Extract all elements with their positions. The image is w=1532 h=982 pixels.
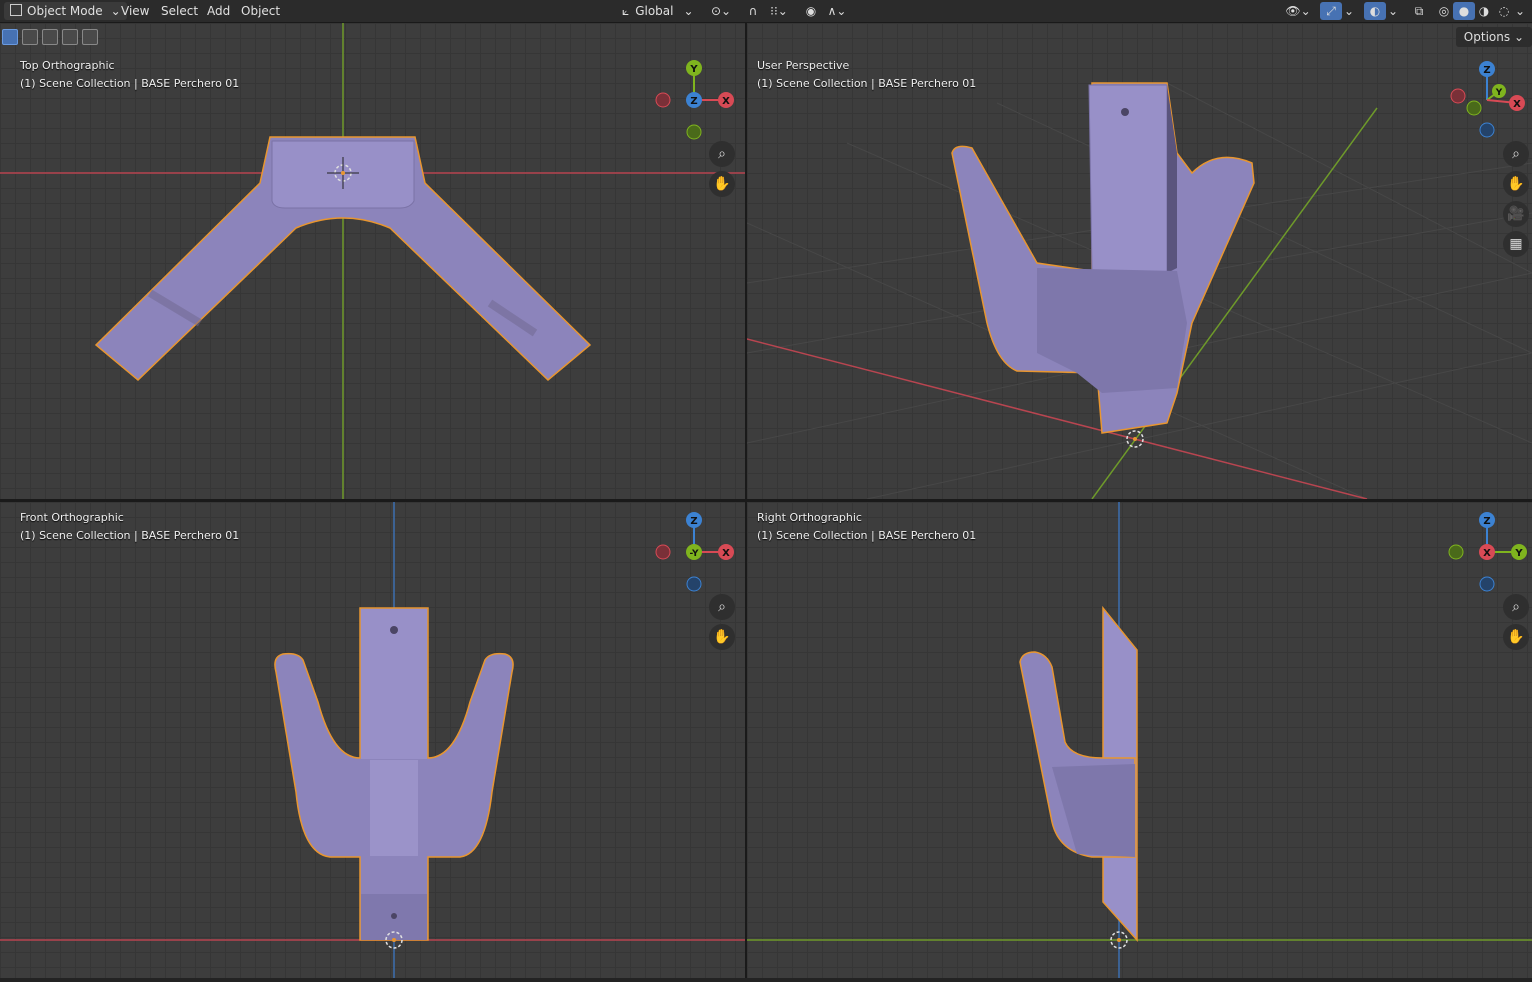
chevron-down-icon: ⌄ (683, 4, 694, 18)
viewport-title: Right Orthographic (1) Scene Collection … (757, 509, 976, 545)
collection-info: (1) Scene Collection | BASE Perchero 01 (757, 77, 977, 90)
chevron-down-icon[interactable]: ⌄ (1386, 2, 1400, 20)
view-name: Right Orthographic (757, 511, 862, 524)
chevron-down-icon[interactable]: ⌄ (1342, 2, 1356, 20)
falloff-icon[interactable]: ∧⌄ (822, 2, 852, 20)
xray-toggle-icon[interactable]: ⧉ (1408, 2, 1430, 20)
camera-icon[interactable]: 🎥 (1503, 201, 1529, 227)
gizmo-toggle-icon[interactable]: ⤢ (1320, 2, 1342, 20)
collection-info: (1) Scene Collection | BASE Perchero 01 (20, 77, 240, 90)
mode-dropdown[interactable]: Object Mode ⌄ (4, 2, 127, 20)
chevron-down-icon[interactable]: ⌄ (1512, 2, 1528, 20)
svg-text:Z: Z (690, 516, 697, 527)
svg-text:X: X (722, 548, 730, 559)
select-subtract-icon[interactable] (42, 29, 58, 45)
zoom-icon[interactable]: ⌕ (709, 141, 735, 167)
transform-orientation-dropdown[interactable]: ⟀ Global ⌄ (622, 2, 694, 20)
view-name: User Perspective (757, 59, 850, 72)
select-extend-icon[interactable] (22, 29, 38, 45)
navigation-gizmo: Y Z X (655, 60, 734, 140)
status-bar (0, 978, 1532, 982)
orientation-icon: ⟀ (622, 4, 630, 18)
zoom-icon[interactable]: ⌕ (1503, 141, 1529, 167)
svg-text:Z: Z (1483, 516, 1490, 527)
menu-view[interactable]: View (115, 2, 155, 20)
svg-text:Y: Y (689, 64, 698, 75)
options-label: Options (1463, 30, 1511, 44)
material-shading-icon[interactable]: ◑ (1473, 2, 1495, 20)
mode-label: Object Mode (27, 4, 103, 18)
proportional-editing-icon[interactable]: ◉ (800, 2, 822, 20)
menu-object[interactable]: Object (235, 2, 286, 20)
select-mode-toolbar (2, 29, 102, 47)
viewport-right-orthographic[interactable]: Z X Y Right Orthographic (1) Scene Colle… (747, 502, 1532, 978)
select-invert-icon[interactable] (62, 29, 78, 45)
viewport-canvas: Z -Y X (0, 502, 745, 978)
viewport-canvas: Z Y X (747, 61, 1532, 499)
viewport-title: Top Orthographic (1) Scene Collection | … (20, 57, 239, 93)
hand-icon[interactable]: ✋ (709, 624, 735, 650)
hand-icon[interactable]: ✋ (709, 171, 735, 197)
svg-text:Y: Y (1514, 548, 1523, 559)
svg-text:X: X (722, 96, 730, 107)
zoom-icon[interactable]: ⌕ (1503, 594, 1529, 620)
grid-perspective-icon[interactable]: ▦ (1503, 231, 1529, 257)
navigation-gizmo: Z Y X (1450, 61, 1525, 138)
hanger-front-view (274, 607, 514, 941)
viewport-front-orthographic[interactable]: Z -Y X Front Orthographic (1) Scene Coll… (0, 502, 745, 978)
collection-info: (1) Scene Collection | BASE Perchero 01 (757, 529, 977, 542)
hanger-side-view (1019, 605, 1138, 942)
svg-text:Z: Z (1483, 65, 1490, 76)
menu-add[interactable]: Add (201, 2, 236, 20)
orientation-label: Global (635, 4, 674, 18)
options-dropdown[interactable]: Options ⌄ (1455, 27, 1532, 47)
viewport-header: Object Mode ⌄ View Select Add Object ⟀ Glo… (0, 0, 1532, 23)
pivot-point-icon[interactable]: ⊙⌄ (706, 2, 736, 20)
svg-text:X: X (1483, 548, 1491, 559)
snap-icon[interactable]: ∩ (742, 2, 764, 20)
viewport-divider-vertical[interactable] (745, 22, 747, 982)
svg-text:-Y: -Y (690, 549, 699, 559)
hand-icon[interactable]: ✋ (1503, 171, 1529, 197)
hand-icon[interactable]: ✋ (1503, 624, 1529, 650)
solid-shading-icon[interactable]: ● (1453, 2, 1475, 20)
object-mode-icon (10, 4, 22, 16)
snap-target-icon[interactable]: ⁝⁝⌄ (764, 2, 794, 20)
select-new-icon[interactable] (2, 29, 18, 45)
viewport-user-perspective[interactable]: Z Y X Options ⌄ User Perspective (1) Sce… (747, 23, 1532, 499)
collection-info: (1) Scene Collection | BASE Perchero 01 (20, 529, 240, 542)
viewport-canvas: Y Z X (0, 23, 745, 499)
viewport-title: User Perspective (1) Scene Collection | … (757, 57, 976, 93)
visibility-icon[interactable]: 👁⌄ (1283, 2, 1313, 20)
view-name: Front Orthographic (20, 511, 124, 524)
hanger-perspective-view (951, 82, 1255, 434)
viewport-divider-horizontal[interactable] (0, 499, 1532, 502)
view-name: Top Orthographic (20, 59, 115, 72)
navigation-gizmo: Z -Y X (655, 512, 734, 592)
select-intersect-icon[interactable] (82, 29, 98, 45)
zoom-icon[interactable]: ⌕ (709, 594, 735, 620)
viewport-canvas: Z X Y (747, 502, 1532, 978)
viewport-title: Front Orthographic (1) Scene Collection … (20, 509, 239, 545)
overlays-toggle-icon[interactable]: ◐ (1364, 2, 1386, 20)
svg-text:Y: Y (1495, 88, 1503, 98)
svg-text:Z: Z (690, 96, 697, 107)
menu-select[interactable]: Select (155, 2, 204, 20)
navigation-gizmo: Z X Y (1448, 512, 1527, 592)
svg-text:X: X (1513, 99, 1521, 110)
wireframe-shading-icon[interactable]: ◎ (1433, 2, 1455, 20)
chevron-down-icon: ⌄ (1513, 30, 1524, 44)
viewport-top-orthographic[interactable]: Y Z X Top Orthographic (1) Scene Collect… (0, 23, 745, 499)
